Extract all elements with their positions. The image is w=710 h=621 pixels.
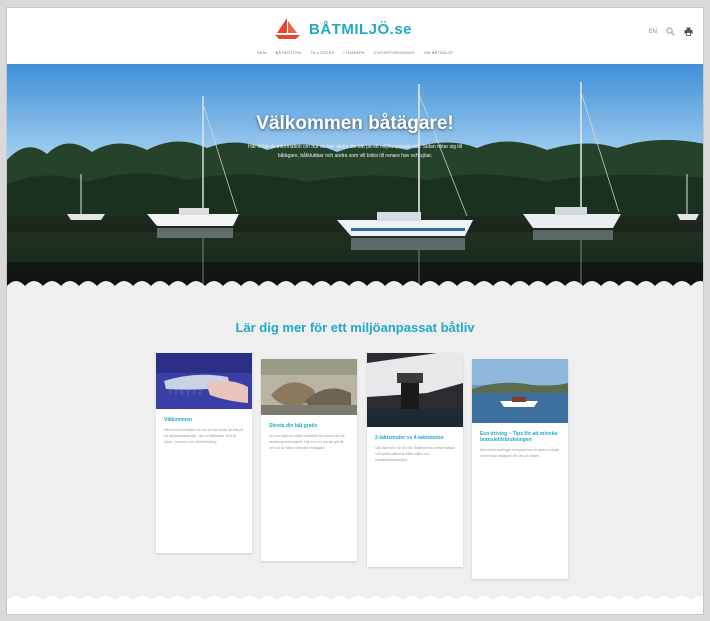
card-excerpt: Med enkla ändringar i körsättet kan du s…	[480, 448, 560, 458]
sailboat-logo-icon	[275, 18, 300, 39]
article-card[interactable]: Välkommen Här finns information om hur d…	[156, 353, 252, 553]
section-title: Lär dig mer för ett miljöanpassat båtliv	[235, 320, 475, 335]
article-card[interactable]: 2-taktsmotor vs 4-taktsmotor Välj rätt m…	[367, 353, 463, 567]
main-navigation: Hem Båtbotten Till sjöss I hamnen Vinter…	[7, 50, 703, 55]
nav-item-i-hamnen[interactable]: I hamnen	[343, 50, 364, 55]
hero-subtitle-line-1: Här hittar du information om hur du kan …	[248, 144, 462, 150]
hero-title: Välkommen båtägare!	[256, 113, 454, 134]
card-title[interactable]: Eco driving – Tips för att minska bränsl…	[480, 431, 560, 443]
site-header: BÅTMILJÖ.se EN Hem Båtbotten Till sjöss …	[7, 8, 703, 64]
nav-item-hem[interactable]: Hem	[257, 50, 267, 55]
card-image-wrecked-boats	[261, 359, 357, 415]
header-tools: EN	[649, 27, 693, 36]
site-logo[interactable]: BÅTMILJÖ.se	[273, 17, 412, 41]
hero-subtitle-line-2: båtägare, båtklubbar och andra som vill …	[277, 153, 433, 159]
article-card[interactable]: Eco driving – Tips för att minska bränsl…	[472, 359, 568, 579]
hero-banner: Välkommen båtägare! Här hittar du inform…	[7, 64, 703, 294]
language-switch[interactable]: EN	[649, 29, 657, 35]
card-title[interactable]: Välkommen	[164, 417, 244, 423]
nav-item-vinterforvaring[interactable]: Vinterförvaring	[374, 50, 415, 55]
article-card[interactable]: Skrota din båt gratis Du som äger en utt…	[261, 359, 357, 561]
harbour-photo	[7, 64, 703, 294]
card-image-motorboat	[472, 359, 568, 423]
card-excerpt: Välj rätt motor för din båt. Skillnadern…	[375, 446, 455, 462]
print-icon[interactable]	[684, 27, 693, 36]
nav-item-till-sjoss[interactable]: Till sjöss	[310, 50, 334, 55]
nav-item-om-batmiljo[interactable]: Om båtmiljö	[424, 50, 453, 55]
browser-page: BÅTMILJÖ.se EN Hem Båtbotten Till sjöss …	[6, 7, 704, 615]
card-title[interactable]: 2-taktsmotor vs 4-taktsmotor	[375, 435, 455, 441]
card-excerpt: Du som äger en uttjänt fritidsbåt kan lä…	[269, 434, 345, 450]
card-excerpt: Här finns information om hur du kan sköt…	[164, 428, 243, 444]
wave-divider	[7, 596, 703, 614]
card-image-outboard-motor	[367, 353, 463, 427]
card-title[interactable]: Skrota din båt gratis	[269, 423, 349, 429]
nav-item-batbotten[interactable]: Båtbotten	[276, 50, 302, 55]
search-icon[interactable]	[666, 27, 675, 36]
logo-text: BÅTMILJÖ.se	[309, 20, 413, 38]
card-image-hand-brush	[156, 353, 252, 409]
